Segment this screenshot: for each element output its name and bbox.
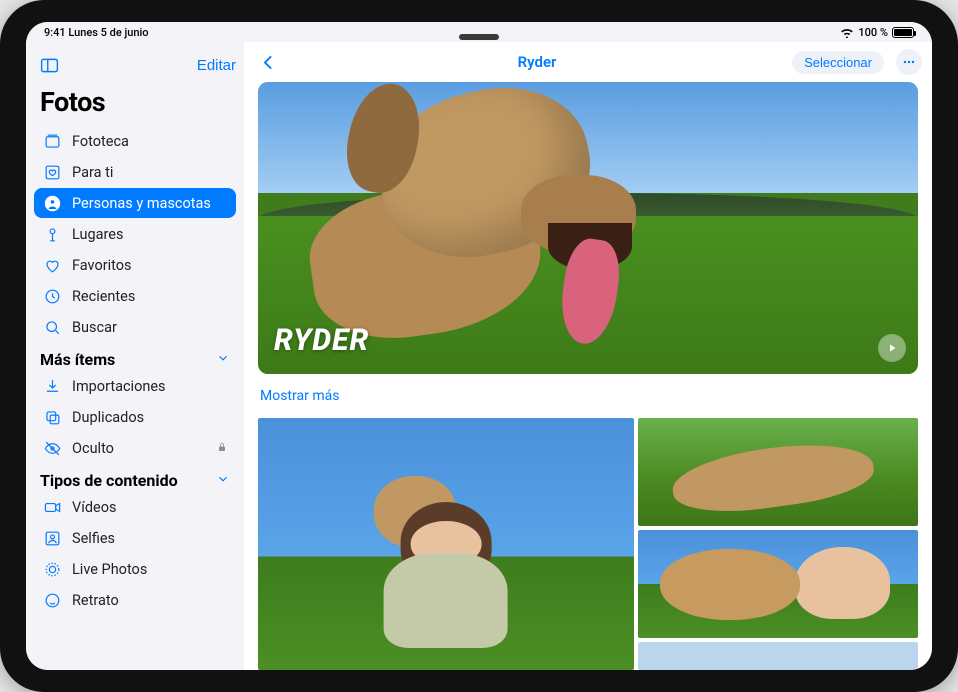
sidebar-item-buscar[interactable]: Buscar: [34, 312, 236, 342]
duplicate-icon: [42, 407, 62, 427]
sidebar-item-recientes[interactable]: Recientes: [34, 281, 236, 311]
hero-photo[interactable]: RYDER: [258, 82, 918, 374]
sidebar-item-label: Oculto: [72, 440, 114, 457]
sidebar-item-label: Live Photos: [72, 561, 147, 578]
play-button[interactable]: [878, 334, 906, 362]
select-button[interactable]: Seleccionar: [792, 51, 884, 74]
person-circle-icon: [42, 193, 62, 213]
sidebar-item-label: Lugares: [72, 226, 123, 243]
sidebar-item-personas[interactable]: Personas y mascotas: [34, 188, 236, 218]
sidebar-item-selfies[interactable]: Selfies: [34, 523, 236, 553]
sidebar-item-retrato[interactable]: Retrato: [34, 585, 236, 615]
hero-name-overlay: RYDER: [274, 323, 369, 358]
download-icon: [42, 376, 62, 396]
sidebar-item-label: Personas y mascotas: [72, 195, 211, 212]
pin-icon: [42, 224, 62, 244]
selfie-icon: [42, 528, 62, 548]
lock-icon: [216, 440, 228, 457]
sidebar-item-label: Vídeos: [72, 499, 116, 516]
heart-square-icon: [42, 162, 62, 182]
main-panel: Ryder Seleccionar RYDER Mostrar más: [244, 42, 932, 670]
photo-stack-icon: [42, 131, 62, 151]
sidebar-item-fototeca[interactable]: Fototeca: [34, 126, 236, 156]
portrait-icon: [42, 590, 62, 610]
sidebar-item-lugares[interactable]: Lugares: [34, 219, 236, 249]
sidebar-item-oculto[interactable]: Oculto: [34, 433, 236, 463]
live-photo-icon: [42, 559, 62, 579]
photo-grid: [258, 418, 918, 670]
app-title: Fotos: [34, 82, 236, 126]
show-more-link[interactable]: Mostrar más: [258, 384, 918, 408]
chevron-down-icon: [216, 471, 230, 490]
sidebar-item-label: Buscar: [72, 319, 117, 336]
sidebar-item-videos[interactable]: Vídeos: [34, 492, 236, 522]
sidebar-item-paraTi[interactable]: Para ti: [34, 157, 236, 187]
battery-pct: 100 %: [858, 26, 888, 39]
sidebar-item-label: Fototeca: [72, 133, 129, 150]
sidebar-item-duplicados[interactable]: Duplicados: [34, 402, 236, 432]
chevron-down-icon: [216, 350, 230, 369]
sidebar-item-label: Favoritos: [72, 257, 132, 274]
notch-indicator: [459, 34, 499, 40]
sidebar-item-label: Selfies: [72, 530, 115, 547]
sidebar-item-importaciones[interactable]: Importaciones: [34, 371, 236, 401]
photo-thumbnail[interactable]: [258, 418, 634, 670]
back-button[interactable]: [254, 47, 282, 77]
status-time: 9:41 Lunes 5 de junio: [44, 26, 149, 39]
toggle-sidebar-button[interactable]: [34, 50, 64, 80]
sidebar-item-label: Para ti: [72, 164, 113, 181]
video-icon: [42, 497, 62, 517]
sidebar-item-favoritos[interactable]: Favoritos: [34, 250, 236, 280]
photo-thumbnail[interactable]: [638, 642, 918, 670]
photo-thumbnail[interactable]: [638, 418, 918, 526]
heart-icon: [42, 255, 62, 275]
sidebar-item-label: Retrato: [72, 592, 119, 609]
section-title: Más ítems: [40, 350, 115, 369]
sidebar-item-label: Recientes: [72, 288, 135, 305]
eye-off-icon: [42, 438, 62, 458]
search-icon: [42, 317, 62, 337]
section-title: Tipos de contenido: [40, 471, 178, 490]
section-header-types[interactable]: Tipos de contenido: [34, 463, 236, 492]
clock-icon: [42, 286, 62, 306]
more-button[interactable]: [896, 49, 922, 75]
section-header-more[interactable]: Más ítems: [34, 342, 236, 371]
sidebar-item-label: Duplicados: [72, 409, 144, 426]
sidebar-item-livephotos[interactable]: Live Photos: [34, 554, 236, 584]
photo-thumbnail[interactable]: [638, 530, 918, 638]
battery-icon: [892, 27, 914, 38]
sidebar-more-nav: Importaciones Duplicados Oculto: [34, 371, 236, 463]
sidebar: Editar Fotos Fototeca Para ti Personas y…: [26, 42, 244, 670]
page-title: Ryder: [288, 53, 786, 71]
wifi-icon: [840, 27, 854, 38]
sidebar-primary-nav: Fototeca Para ti Personas y mascotas Lug…: [34, 126, 236, 342]
edit-button[interactable]: Editar: [197, 57, 236, 74]
sidebar-types-nav: Vídeos Selfies Live Photos Retrato: [34, 492, 236, 615]
sidebar-item-label: Importaciones: [72, 378, 166, 395]
